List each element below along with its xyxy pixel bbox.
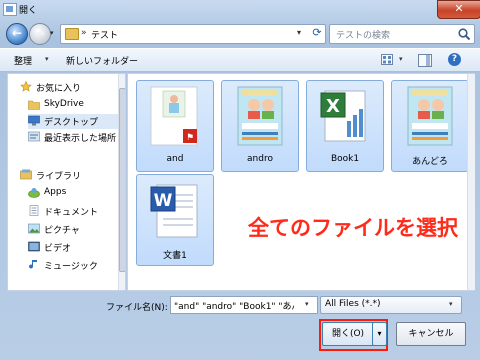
document-icon	[29, 205, 39, 216]
star-icon	[20, 81, 32, 92]
nav-item-libraries[interactable]: ライブラリ	[20, 168, 125, 183]
file-item-bunsho1[interactable]: W 文書1	[136, 174, 214, 266]
nav-item-apps[interactable]: Apps	[28, 186, 125, 201]
recent-locations-dropdown[interactable]: ▾	[50, 29, 58, 37]
nav-item-recent-places[interactable]: 最近表示した場所	[28, 130, 125, 145]
video-icon	[28, 241, 40, 252]
file-name: あんどろ	[412, 157, 448, 167]
file-type-dropdown-icon: ▾	[449, 300, 453, 308]
nav-item-label: ピクチャ	[44, 226, 80, 236]
file-name: 文書1	[163, 251, 187, 261]
organize-dropdown-icon[interactable]: ▾	[45, 55, 49, 63]
command-bar: 整理 ▾ 新しいフォルダー ▾ ?	[0, 48, 480, 72]
nav-item-label: ドキュメント	[44, 208, 99, 218]
new-folder-button[interactable]: 新しいフォルダー	[66, 54, 138, 67]
nav-item-label: ミュージック	[44, 262, 98, 272]
file-item-book1[interactable]: X Book1	[306, 80, 384, 172]
cancel-button[interactable]: キャンセル	[396, 322, 466, 346]
file-name: andro	[247, 154, 273, 164]
close-button[interactable]: ✕	[437, 0, 480, 19]
recent-places-icon	[28, 131, 40, 142]
music-icon	[29, 260, 37, 269]
apps-icon	[28, 188, 40, 198]
file-name: Book1	[330, 154, 360, 164]
filename-dropdown-icon[interactable]: ▾	[305, 300, 309, 308]
file-name: and	[166, 154, 184, 164]
svg-text:X: X	[326, 96, 340, 117]
back-arrow-icon: ←	[11, 26, 23, 40]
address-dropdown[interactable]: ▾	[297, 28, 301, 37]
breadcrumb-item[interactable]: テスト	[91, 28, 118, 41]
file-type-value: All Files (*.*)	[325, 299, 381, 309]
open-button[interactable]: 開く(O)	[322, 322, 374, 346]
excel-file-icon: X	[320, 90, 366, 142]
help-icon[interactable]: ?	[448, 53, 461, 66]
annotation-text: 全てのファイルを選択	[248, 216, 458, 240]
filename-input[interactable]: "and" "andro" "Book1" "あん ▾	[170, 296, 318, 314]
nav-item-label: お気に入り	[36, 84, 82, 94]
file-list: ⚑ and andro X Book1 あんどろ W 文書1	[127, 73, 475, 291]
search-input[interactable]: テストの検索	[329, 24, 475, 44]
svg-text:W: W	[154, 191, 173, 211]
svg-text:⚑: ⚑	[186, 133, 194, 143]
nav-item-music[interactable]: ミュージック	[28, 258, 125, 273]
file-list-scrollbar[interactable]	[467, 74, 475, 290]
filename-label: ファイル名(N):	[106, 303, 168, 313]
nav-item-skydrive[interactable]: SkyDrive	[28, 98, 125, 113]
folder-icon	[28, 100, 40, 110]
forward-arrow-icon: →	[34, 26, 46, 40]
title-bar: 開く ✕	[0, 0, 480, 19]
nav-item-label: SkyDrive	[44, 99, 84, 109]
image-file-icon	[407, 86, 453, 146]
filename-value: "and" "andro" "Book1" "あん	[174, 302, 294, 312]
navigation-pane: お気に入り SkyDrive デスクトップ 最近表示した場所 ライブラリ App…	[7, 73, 126, 291]
nav-item-label: ライブラリ	[36, 172, 82, 182]
nav-item-desktop[interactable]: デスクトップ	[28, 114, 118, 129]
nav-item-label: デスクトップ	[44, 118, 99, 128]
file-item-andro[interactable]: andro	[221, 80, 299, 172]
word-file-icon: W	[150, 184, 198, 238]
change-view-icon[interactable]	[381, 54, 393, 65]
forward-button[interactable]: →	[29, 23, 51, 45]
nav-item-documents[interactable]: ドキュメント	[28, 204, 125, 219]
nav-item-pictures[interactable]: ピクチャ	[28, 222, 125, 237]
nav-item-label: Apps	[44, 187, 67, 197]
picture-icon	[28, 223, 40, 234]
pdf-file-icon: ⚑	[150, 86, 198, 146]
refresh-button[interactable]: ⟳	[310, 26, 324, 40]
organize-button[interactable]: 整理	[14, 54, 32, 67]
preview-pane-icon[interactable]	[418, 54, 432, 67]
app-icon	[3, 3, 17, 16]
image-file-icon	[237, 86, 283, 146]
search-placeholder: テストの検索	[336, 31, 391, 41]
file-item-andoro[interactable]: あんどろ	[391, 80, 469, 172]
nav-item-label: ビデオ	[44, 244, 72, 254]
dialog-window: 開く ✕ ← → ▾ » テスト ▾ ⟳ テストの検索 整理 ▾ 新しいフォルダ…	[0, 0, 480, 360]
back-button[interactable]: ←	[6, 23, 28, 45]
view-dropdown-icon[interactable]: ▾	[399, 55, 403, 63]
folder-icon	[65, 28, 79, 40]
window-title: 開く	[19, 6, 38, 16]
desktop-icon	[28, 115, 40, 126]
nav-item-favorites[interactable]: お気に入り	[20, 80, 125, 95]
nav-scrollbar-thumb[interactable]	[119, 88, 125, 272]
open-options-dropdown[interactable]: ▾	[372, 322, 387, 346]
breadcrumb-separator[interactable]: »	[81, 28, 87, 38]
file-item-and[interactable]: ⚑ and	[136, 80, 214, 172]
address-bar[interactable]: » テスト	[60, 24, 326, 44]
library-icon	[20, 169, 32, 180]
nav-item-videos[interactable]: ビデオ	[28, 240, 125, 255]
search-icon[interactable]	[457, 27, 471, 41]
nav-item-label: 最近表示した場所	[44, 134, 117, 144]
file-type-select[interactable]: All Files (*.*) ▾	[320, 296, 462, 314]
